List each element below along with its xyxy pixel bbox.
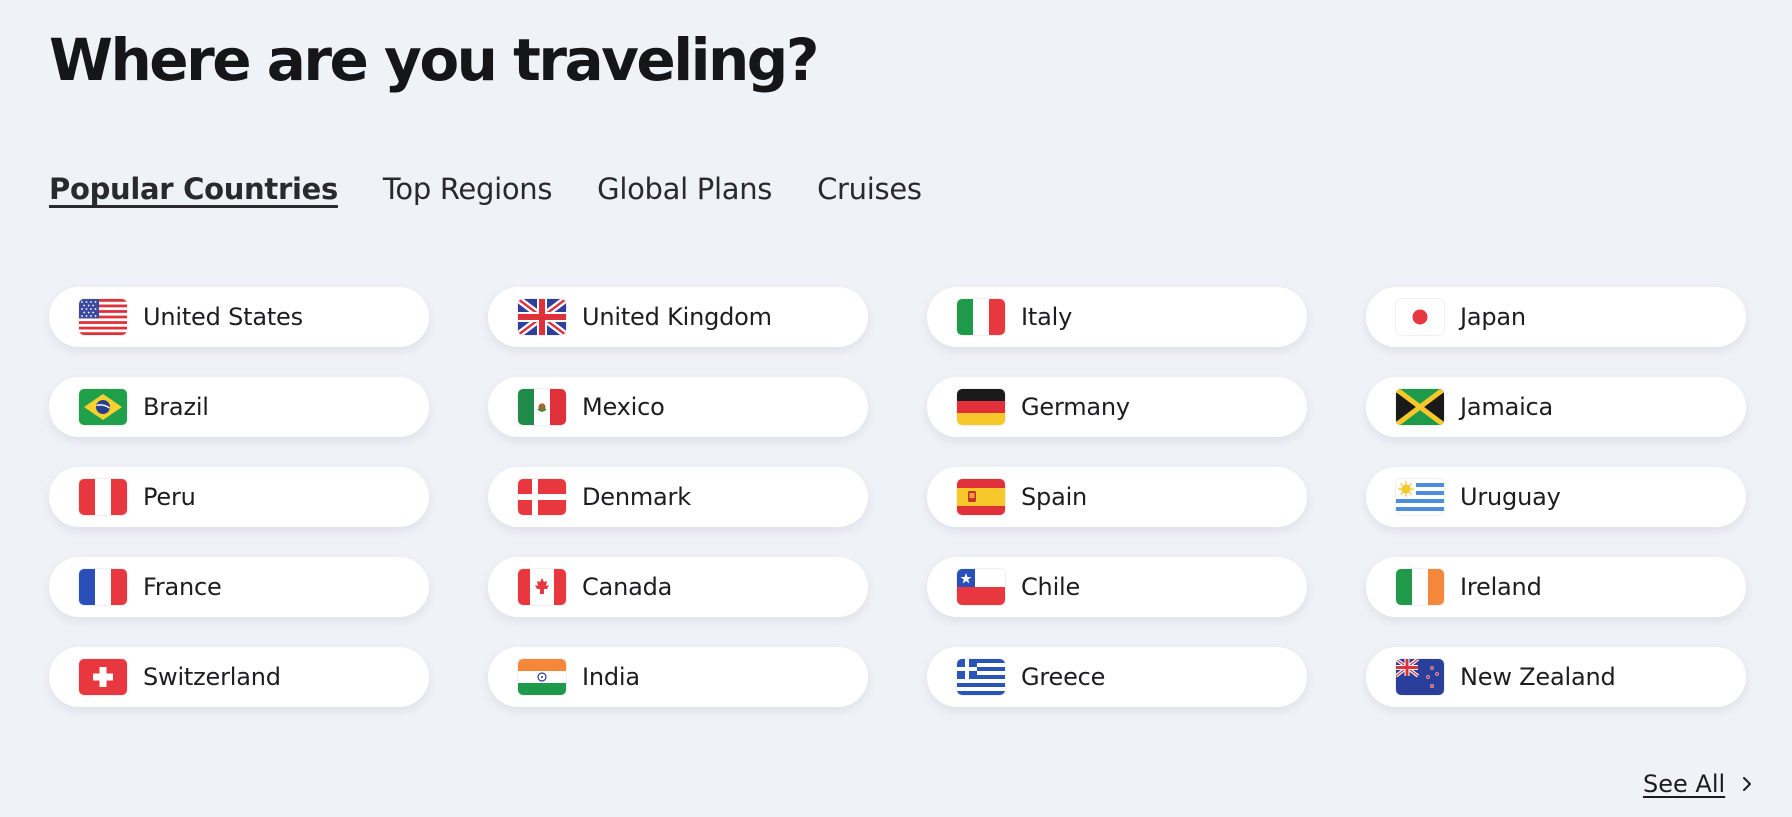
canada-flag-icon bbox=[518, 569, 566, 605]
country-name: Denmark bbox=[582, 483, 691, 511]
country-germany[interactable]: Germany bbox=[927, 377, 1307, 437]
country-canada[interactable]: Canada bbox=[488, 557, 868, 617]
country-name: Uruguay bbox=[1460, 483, 1561, 511]
jamaica-flag-icon bbox=[1396, 389, 1444, 425]
country-name: Japan bbox=[1460, 303, 1526, 331]
france-flag-icon bbox=[79, 569, 127, 605]
country-india[interactable]: India bbox=[488, 647, 868, 707]
us-flag-icon bbox=[79, 299, 127, 335]
country-chile[interactable]: Chile bbox=[927, 557, 1307, 617]
uk-flag-icon bbox=[518, 299, 566, 335]
country-jamaica[interactable]: Jamaica bbox=[1366, 377, 1746, 437]
country-peru[interactable]: Peru bbox=[49, 467, 429, 527]
country-grid: United States United Kingdom Italy Japan… bbox=[49, 287, 1746, 707]
country-name: Ireland bbox=[1460, 573, 1542, 601]
spain-flag-icon bbox=[957, 479, 1005, 515]
mexico-flag-icon bbox=[518, 389, 566, 425]
switzerland-flag-icon bbox=[79, 659, 127, 695]
destination-tabs: Popular Countries Top Regions Global Pla… bbox=[49, 172, 922, 206]
country-greece[interactable]: Greece bbox=[927, 647, 1307, 707]
country-name: Italy bbox=[1021, 303, 1073, 331]
country-name: Chile bbox=[1021, 573, 1081, 601]
country-united-kingdom[interactable]: United Kingdom bbox=[488, 287, 868, 347]
tab-popular-countries[interactable]: Popular Countries bbox=[49, 172, 338, 206]
page-title: Where are you traveling? bbox=[49, 26, 819, 94]
country-name: France bbox=[143, 573, 222, 601]
country-new-zealand[interactable]: New Zealand bbox=[1366, 647, 1746, 707]
peru-flag-icon bbox=[79, 479, 127, 515]
country-brazil[interactable]: Brazil bbox=[49, 377, 429, 437]
tab-cruises[interactable]: Cruises bbox=[817, 172, 922, 206]
country-name: Canada bbox=[582, 573, 673, 601]
ireland-flag-icon bbox=[1396, 569, 1444, 605]
country-france[interactable]: France bbox=[49, 557, 429, 617]
country-name: Peru bbox=[143, 483, 196, 511]
country-united-states[interactable]: United States bbox=[49, 287, 429, 347]
chevron-right-icon bbox=[1741, 776, 1753, 792]
country-name: Switzerland bbox=[143, 663, 281, 691]
country-name: United Kingdom bbox=[582, 303, 772, 331]
tab-top-regions[interactable]: Top Regions bbox=[383, 172, 553, 206]
country-name: Brazil bbox=[143, 393, 209, 421]
country-name: New Zealand bbox=[1460, 663, 1616, 691]
country-name: Greece bbox=[1021, 663, 1106, 691]
greece-flag-icon bbox=[957, 659, 1005, 695]
uruguay-flag-icon bbox=[1396, 479, 1444, 515]
country-switzerland[interactable]: Switzerland bbox=[49, 647, 429, 707]
country-name: Germany bbox=[1021, 393, 1130, 421]
country-mexico[interactable]: Mexico bbox=[488, 377, 868, 437]
country-japan[interactable]: Japan bbox=[1366, 287, 1746, 347]
tab-global-plans[interactable]: Global Plans bbox=[597, 172, 772, 206]
germany-flag-icon bbox=[957, 389, 1005, 425]
country-spain[interactable]: Spain bbox=[927, 467, 1307, 527]
country-name: India bbox=[582, 663, 640, 691]
chile-flag-icon bbox=[957, 569, 1005, 605]
country-name: United States bbox=[143, 303, 303, 331]
country-ireland[interactable]: Ireland bbox=[1366, 557, 1746, 617]
denmark-flag-icon bbox=[518, 479, 566, 515]
see-all-link[interactable]: See All bbox=[1643, 770, 1753, 798]
country-uruguay[interactable]: Uruguay bbox=[1366, 467, 1746, 527]
country-name: Mexico bbox=[582, 393, 665, 421]
india-flag-icon bbox=[518, 659, 566, 695]
country-name: Jamaica bbox=[1460, 393, 1554, 421]
italy-flag-icon bbox=[957, 299, 1005, 335]
country-name: Spain bbox=[1021, 483, 1088, 511]
see-all-label: See All bbox=[1643, 770, 1726, 798]
country-denmark[interactable]: Denmark bbox=[488, 467, 868, 527]
japan-flag-icon bbox=[1396, 299, 1444, 335]
country-italy[interactable]: Italy bbox=[927, 287, 1307, 347]
brazil-flag-icon bbox=[79, 389, 127, 425]
new-zealand-flag-icon bbox=[1396, 659, 1444, 695]
